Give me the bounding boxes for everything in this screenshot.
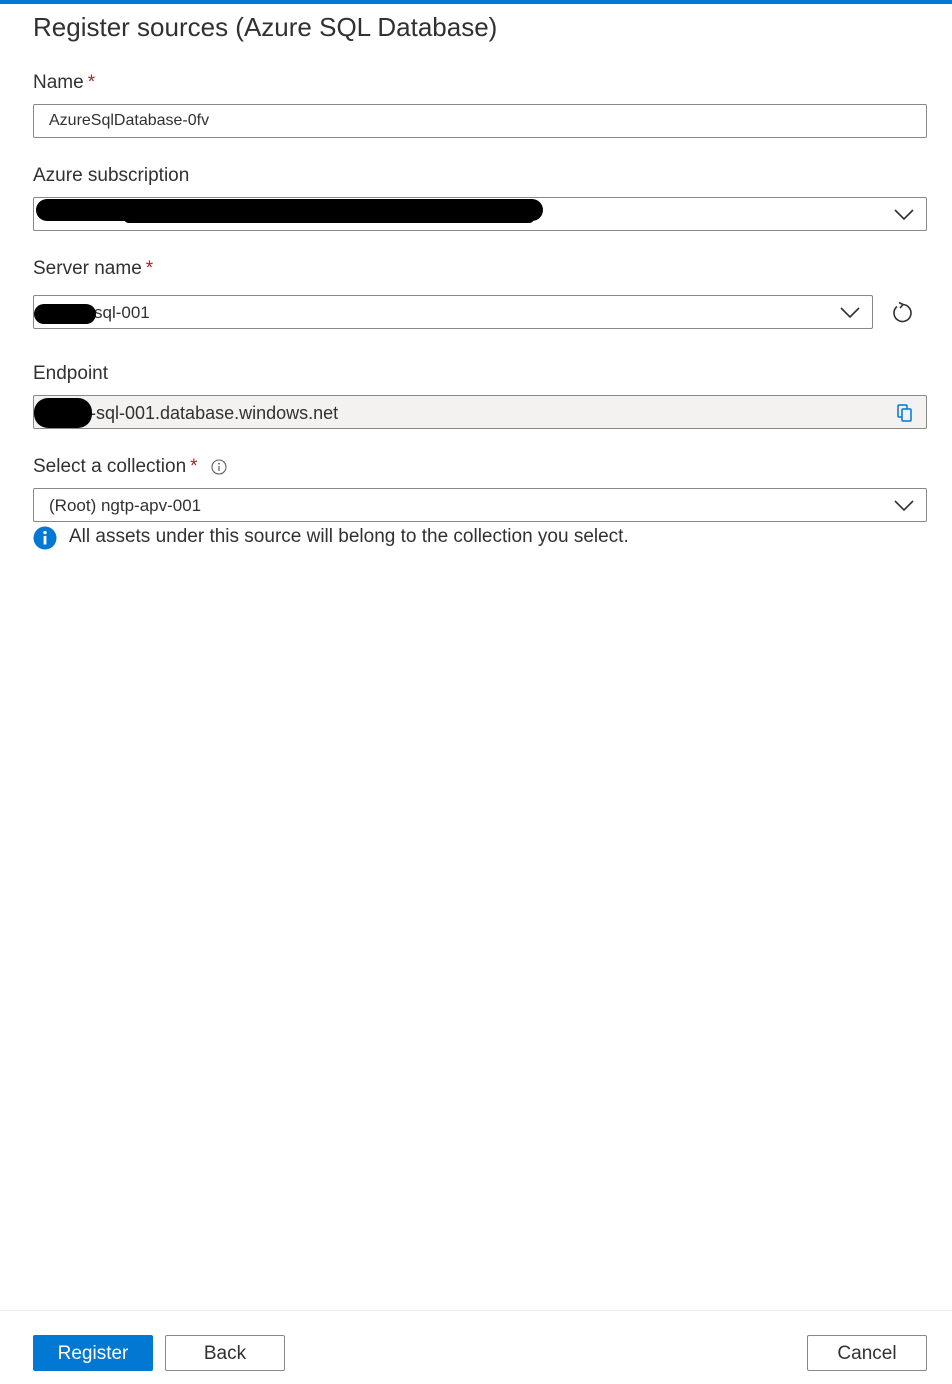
required-mark: *: [145, 258, 154, 279]
chevron-down-icon: [840, 307, 860, 319]
register-button[interactable]: Register: [33, 1335, 153, 1371]
subscription-dropdown[interactable]: [33, 197, 927, 231]
server-name-value: sql-001: [94, 303, 150, 322]
required-mark: *: [190, 456, 198, 477]
endpoint-field: -sql-001.database.windows.net: [33, 395, 927, 429]
collection-value: (Root) ngtp-apv-001: [49, 496, 202, 515]
page-title: Register sources (Azure SQL Database): [33, 12, 498, 42]
collection-dropdown[interactable]: (Root) ngtp-apv-001: [33, 488, 927, 522]
name-label: Name *: [33, 72, 95, 94]
collection-label: Select a collection *: [33, 456, 227, 478]
chevron-down-icon: [894, 209, 914, 221]
back-button[interactable]: Back: [165, 1335, 285, 1371]
top-accent-bar: [0, 0, 952, 4]
name-label-text: Name: [33, 72, 84, 93]
name-input[interactable]: AzureSqlDatabase-0fv: [33, 104, 927, 138]
redaction-mark: [34, 398, 92, 428]
info-icon[interactable]: [211, 459, 227, 475]
endpoint-value: -sql-001.database.windows.net: [90, 403, 339, 423]
collection-label-text: Select a collection: [33, 456, 187, 477]
cancel-button[interactable]: Cancel: [807, 1335, 927, 1371]
redaction-mark: [124, 214, 534, 223]
name-input-value: AzureSqlDatabase-0fv: [49, 112, 210, 129]
copy-icon[interactable]: [896, 403, 914, 423]
server-name-dropdown[interactable]: sql-001: [33, 295, 873, 329]
chevron-down-icon: [894, 500, 914, 512]
endpoint-label: Endpoint: [33, 363, 109, 384]
required-mark: *: [87, 72, 96, 93]
info-message-text: All assets under this source will belong…: [69, 526, 629, 547]
footer-divider: [0, 1310, 952, 1311]
info-icon: [33, 526, 57, 550]
server-name-label-text: Server name: [33, 258, 142, 279]
redaction-mark: [34, 304, 96, 324]
refresh-icon[interactable]: [890, 300, 916, 326]
subscription-label: Azure subscription: [33, 165, 190, 186]
server-name-label: Server name *: [33, 258, 153, 280]
